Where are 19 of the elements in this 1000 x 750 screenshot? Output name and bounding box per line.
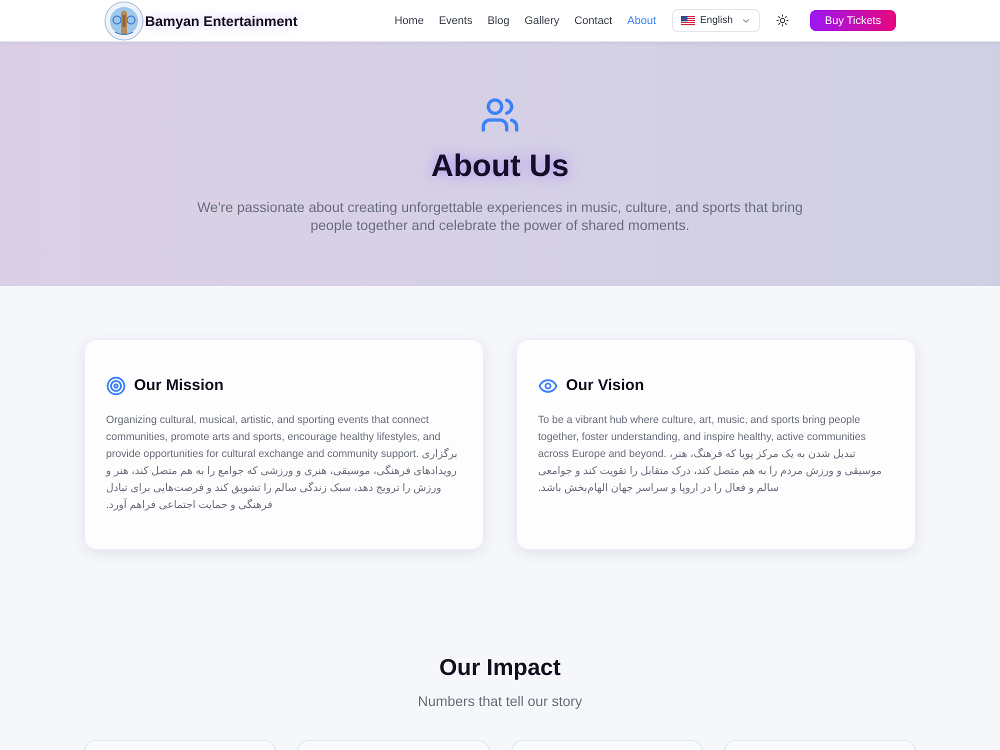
sun-icon xyxy=(776,14,788,27)
nav-link[interactable]: Gallery xyxy=(524,14,560,26)
nav-link[interactable]: Blog xyxy=(487,14,510,26)
hero-description: We're passionate about creating unforgettable experiences in music, culture, and sports that bring people together and celebrate the power of shared moments. xyxy=(196,198,804,234)
section-title: Our Impact xyxy=(439,653,561,682)
card-title: Our Mission xyxy=(134,377,224,395)
target-icon xyxy=(106,376,126,396)
nav-link[interactable]: Home xyxy=(394,14,424,26)
flag-icon xyxy=(681,16,695,26)
theme-toggle-button[interactable] xyxy=(774,12,790,28)
language-select[interactable]: English xyxy=(672,9,760,32)
nav-link[interactable]: Events xyxy=(438,14,472,26)
buy-tickets-button[interactable]: Buy Tickets xyxy=(810,10,896,31)
brand-name[interactable]: Bamyan Entertainment xyxy=(145,12,298,28)
card-title: Our Vision xyxy=(566,377,644,395)
nav-link[interactable]: Contact xyxy=(574,14,612,26)
page-title: About Us xyxy=(431,147,569,185)
section-subtitle: Numbers that tell our story xyxy=(418,692,582,710)
nav-link[interactable]: About xyxy=(627,14,656,26)
